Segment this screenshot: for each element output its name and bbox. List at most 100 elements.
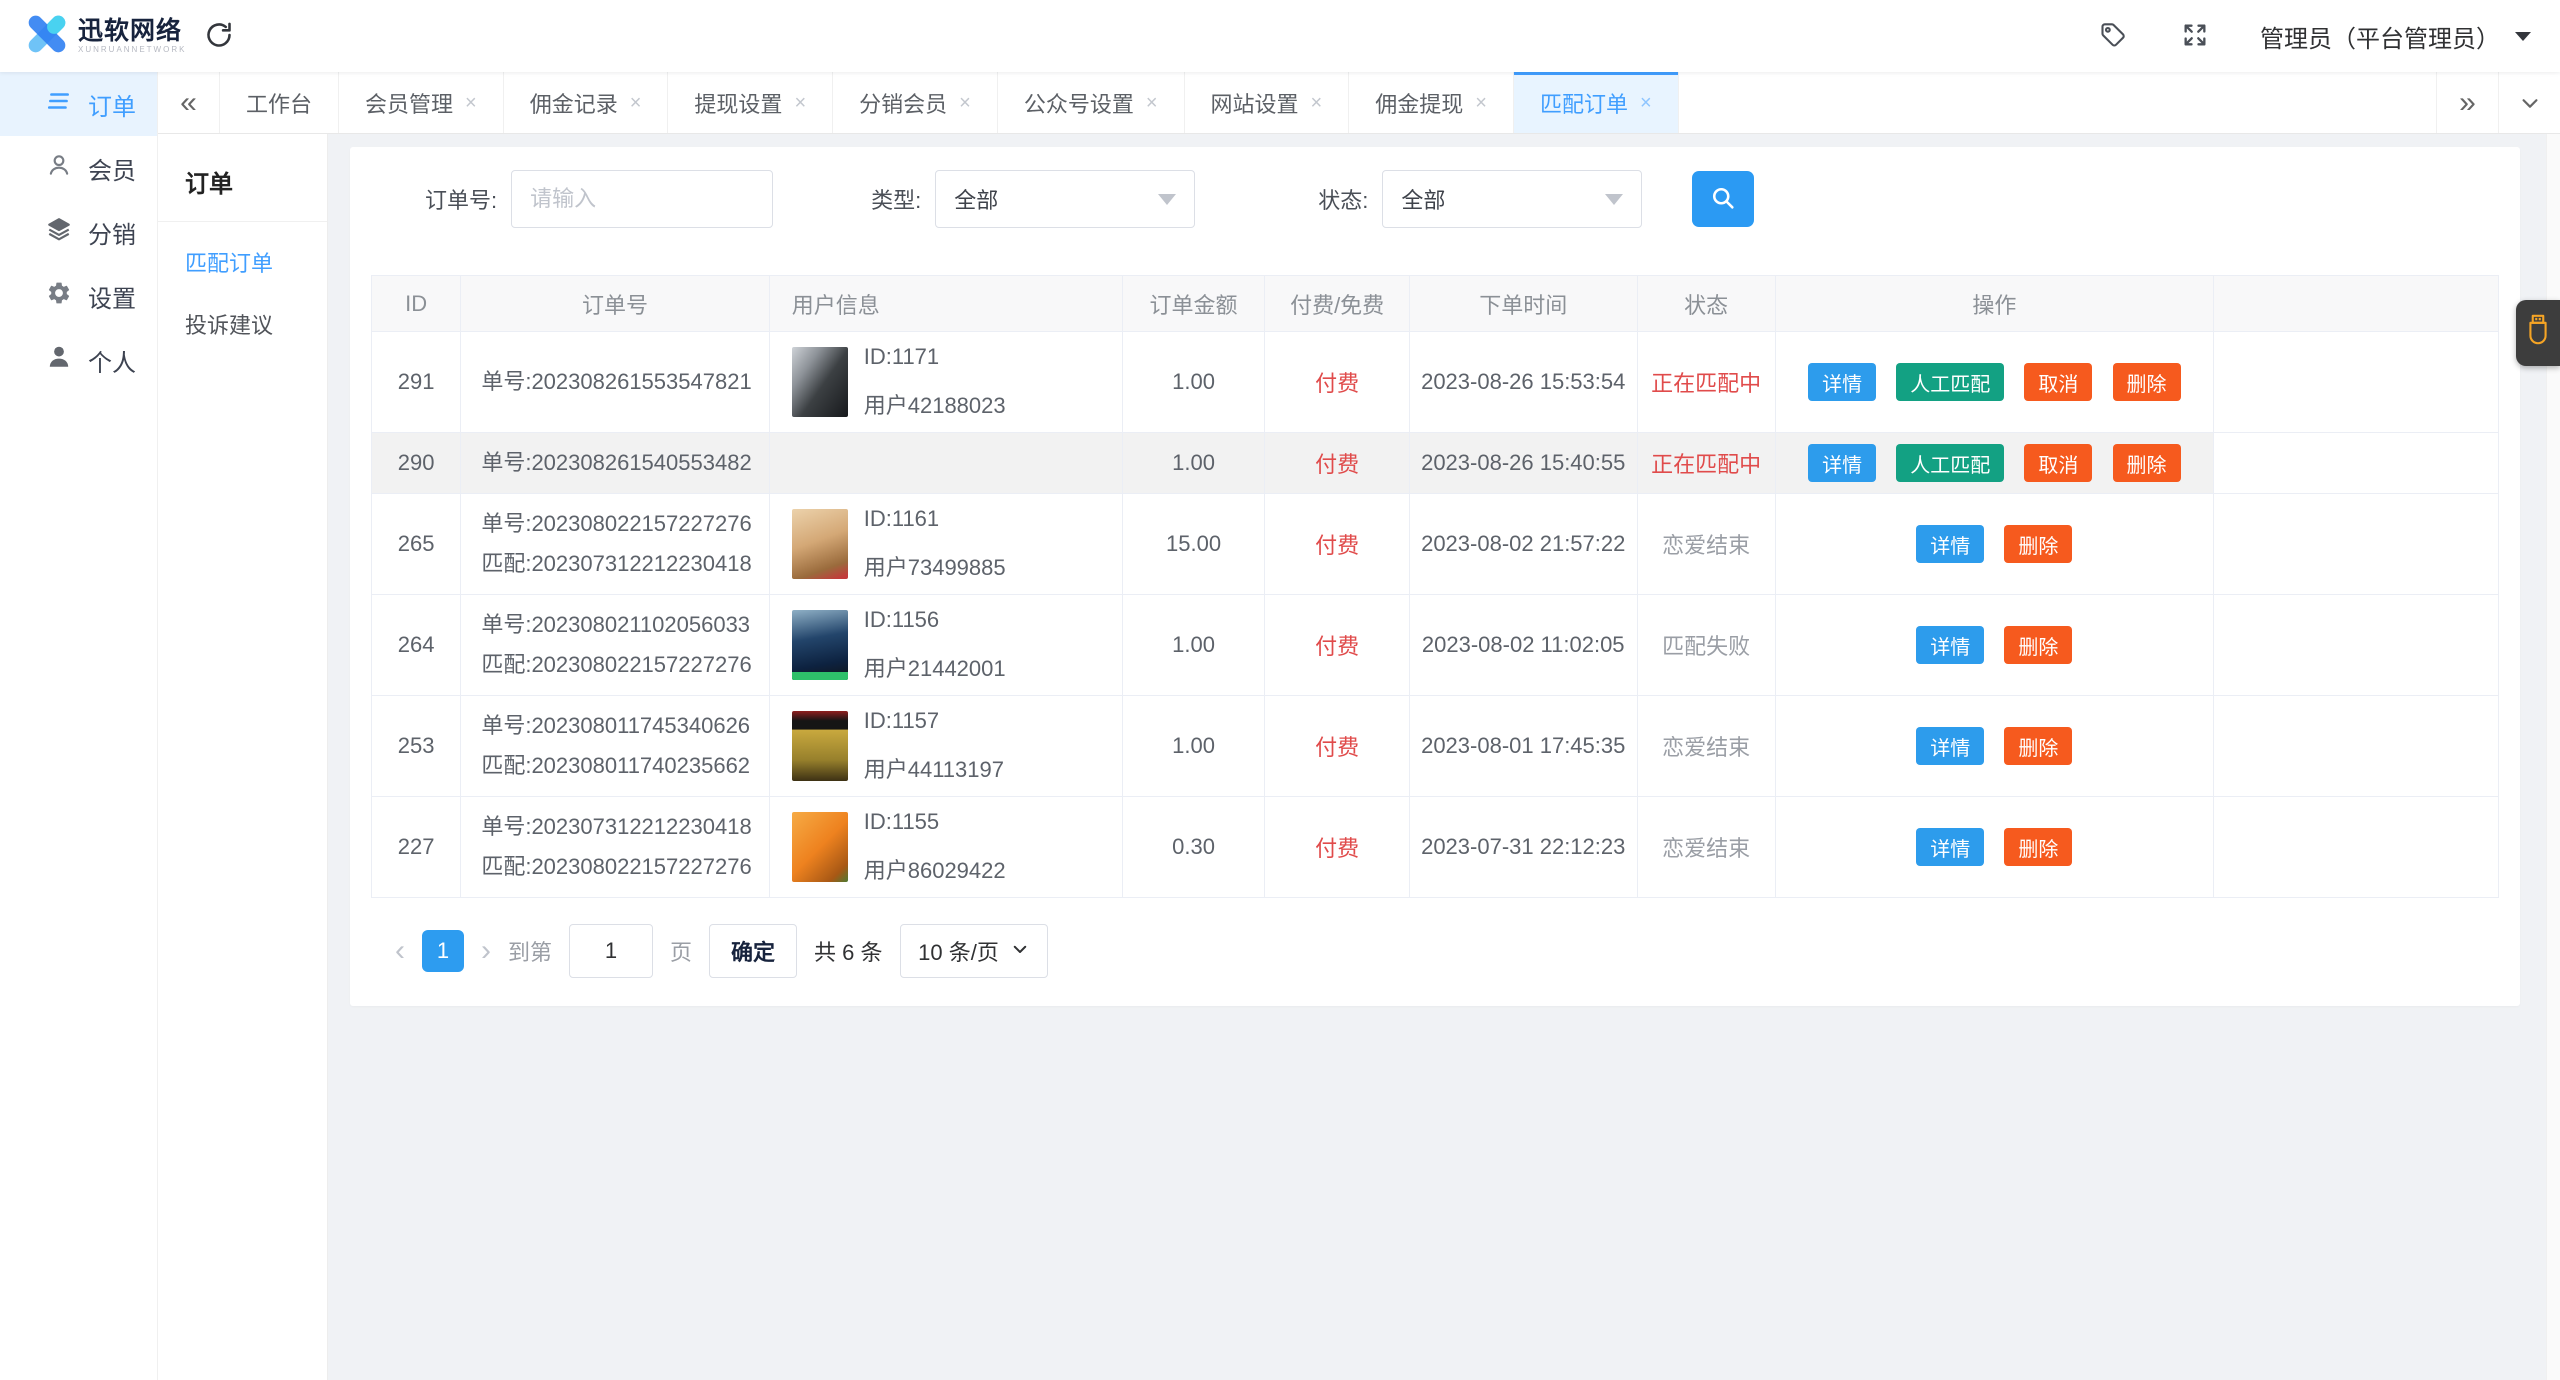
logo-text: 迅软网络 (78, 17, 183, 46)
status-badge: 恋爱结束 (1636, 695, 1776, 797)
floating-usb-widget[interactable] (2516, 300, 2560, 366)
main-sidebar: 订单 会员 分销 设置 个人 (0, 72, 158, 1380)
avatar (791, 347, 848, 417)
user-menu[interactable]: 管理员（平台管理员） (2260, 19, 2532, 54)
col-empty (2212, 275, 2500, 332)
col-id: ID (370, 275, 462, 332)
delete-button[interactable]: 删除 (2004, 525, 2073, 563)
close-tab-icon[interactable]: × (959, 93, 971, 113)
tab-match-orders[interactable]: 匹配订单 × (1513, 72, 1679, 133)
tab-commission-withdrawal[interactable]: 佣金提现 × (1349, 72, 1514, 133)
tab-workbench[interactable]: 工作台 (220, 72, 340, 133)
col-actions: 操作 (1774, 275, 2214, 332)
col-user-info: 用户信息 (768, 275, 1123, 332)
cancel-button[interactable]: 取消 (2024, 363, 2093, 401)
delete-button[interactable]: 删除 (2004, 828, 2073, 866)
close-tab-icon[interactable]: × (1475, 93, 1487, 113)
cell-time: 2023-08-02 11:02:05 (1408, 594, 1638, 696)
submenu-item-complaints[interactable]: 投诉建议 (158, 284, 327, 346)
submenu-item-match-orders[interactable]: 匹配订单 (158, 222, 327, 284)
order-no-input[interactable] (511, 170, 774, 228)
delete-button[interactable]: 删除 (2112, 363, 2181, 401)
expand-tabs-icon[interactable]: » (2436, 72, 2498, 133)
cancel-button[interactable]: 取消 (2024, 444, 2093, 482)
cell-user-info (768, 432, 1123, 494)
delete-button[interactable]: 删除 (2004, 626, 2073, 664)
cell-amount: 0.30 (1121, 796, 1266, 898)
dropdown-arrow-icon (1158, 193, 1177, 205)
refresh-button[interactable] (202, 19, 236, 53)
per-page-select[interactable]: 10 条/页 (899, 924, 1048, 978)
status-badge: 恋爱结束 (1636, 796, 1776, 898)
close-tab-icon[interactable]: × (1640, 93, 1652, 113)
cell-id: 227 (370, 796, 462, 898)
detail-button[interactable]: 详情 (1916, 626, 1985, 664)
sidebar-item-label: 分销 (88, 221, 136, 249)
sidebar-item-orders[interactable]: 订单 (0, 72, 157, 136)
tab-withdrawal-settings[interactable]: 提现设置 × (668, 72, 834, 133)
submenu-sidebar: 订单 匹配订单 投诉建议 (158, 134, 328, 1380)
cell-amount: 1.00 (1121, 432, 1266, 494)
fullscreen-button[interactable] (2178, 19, 2212, 53)
tab-website-settings[interactable]: 网站设置 × (1184, 72, 1350, 133)
sidebar-item-members[interactable]: 会员 (0, 136, 157, 200)
close-tab-icon[interactable]: × (465, 93, 477, 113)
tabs-dropdown-icon[interactable] (2498, 72, 2560, 133)
tab-commission-records[interactable]: 佣金记录 × (503, 72, 669, 133)
cell-fee: 付费 (1264, 331, 1410, 433)
tabbar: « 工作台 会员管理 × 佣金记录 × 提现设置 × 分销会员 × 公众号设置 × 网站设… (158, 72, 2560, 134)
page-button-1[interactable]: 1 (422, 930, 464, 972)
status-label: 状态: (1318, 188, 1369, 213)
order-no-label: 订单号: (425, 188, 498, 213)
tab-label: 佣金记录 (529, 91, 618, 117)
detail-button[interactable]: 详情 (1916, 828, 1985, 866)
prev-page-icon[interactable]: ‹ (395, 936, 405, 966)
detail-button[interactable]: 详情 (1916, 727, 1985, 765)
cell-fee: 付费 (1264, 594, 1410, 696)
close-tab-icon[interactable]: × (1146, 93, 1158, 113)
close-tab-icon[interactable]: × (1311, 93, 1323, 113)
type-select[interactable]: 全部 (935, 170, 1196, 228)
sidebar-item-settings[interactable]: 设置 (0, 264, 157, 328)
filter-bar: 订单号: 类型: 全部 状态: 全部 (371, 170, 2499, 228)
detail-button[interactable]: 详情 (1808, 444, 1877, 482)
refresh-icon (205, 21, 233, 52)
cell-id: 265 (370, 493, 462, 595)
profile-icon (46, 344, 72, 377)
cell-user-info: ID:1156 用户21442001 (768, 594, 1123, 696)
cell-order-no: 单号:202308261553547821 (460, 331, 770, 433)
sidebar-item-profile[interactable]: 个人 (0, 328, 157, 392)
cell-time: 2023-08-01 17:45:35 (1408, 695, 1638, 797)
distribution-icon (46, 216, 72, 249)
cell-id: 253 (370, 695, 462, 797)
detail-button[interactable]: 详情 (1808, 363, 1877, 401)
tab-official-account-settings[interactable]: 公众号设置 × (997, 72, 1185, 133)
tag-button[interactable] (2096, 19, 2130, 53)
close-tab-icon[interactable]: × (794, 93, 806, 113)
table-row: 265 单号:202308022157227276 匹配:202307312212… (370, 493, 2500, 595)
sidebar-item-distribution[interactable]: 分销 (0, 200, 157, 264)
tab-distribution-members[interactable]: 分销会员 × (833, 72, 998, 133)
delete-button[interactable]: 删除 (2004, 727, 2073, 765)
status-select[interactable]: 全部 (1382, 170, 1643, 228)
manual-match-button[interactable]: 人工匹配 (1896, 444, 2005, 482)
delete-button[interactable]: 删除 (2112, 444, 2181, 482)
manual-match-button[interactable]: 人工匹配 (1896, 363, 2005, 401)
confirm-button[interactable]: 确定 (709, 924, 798, 978)
cell-order-no: 单号:202308022157227276 匹配:2023073122122304… (460, 493, 770, 595)
cell-id: 290 (370, 432, 462, 494)
goto-page-input[interactable] (569, 924, 654, 978)
cell-actions: 详情 删除 (1774, 493, 2214, 595)
table-row: 291 单号:202308261553547821 ID:1171 用户42188… (370, 331, 2500, 433)
member-icon (46, 152, 72, 185)
cell-fee: 付费 (1264, 695, 1410, 797)
close-tab-icon[interactable]: × (630, 93, 642, 113)
tab-label: 工作台 (246, 91, 313, 117)
tab-member-management[interactable]: 会员管理 × (339, 72, 504, 133)
detail-button[interactable]: 详情 (1916, 525, 1985, 563)
next-page-icon[interactable]: › (481, 936, 491, 966)
col-amount: 订单金额 (1121, 275, 1266, 332)
cell-actions: 详情 删除 (1774, 796, 2214, 898)
collapse-tabs-icon[interactable]: « (158, 72, 220, 133)
search-button[interactable] (1692, 171, 1755, 227)
